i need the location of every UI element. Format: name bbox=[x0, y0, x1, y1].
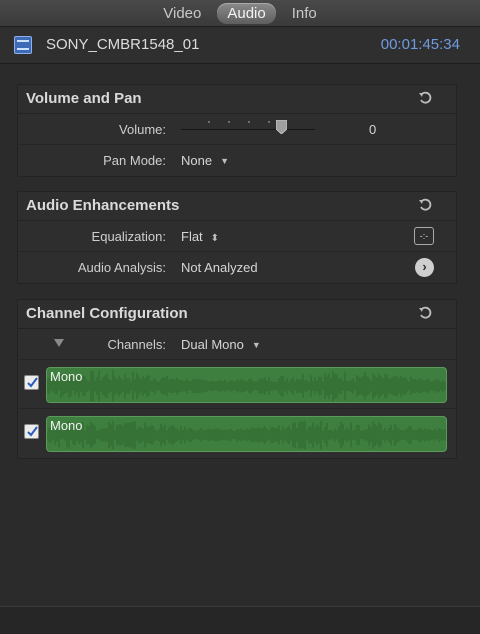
tab-audio[interactable]: Audio bbox=[217, 2, 276, 24]
section-header: Audio Enhancements bbox=[18, 192, 456, 221]
volume-row: Volume: 0 bbox=[18, 114, 456, 145]
inspector-tab-bar: Video Audio Info bbox=[0, 0, 480, 27]
reset-icon[interactable] bbox=[418, 198, 432, 212]
clip-name: SONY_CMBR1548_01 bbox=[46, 36, 200, 53]
audio-waveform[interactable]: Mono bbox=[46, 367, 447, 403]
slider-tick bbox=[248, 121, 250, 123]
tab-video[interactable]: Video bbox=[153, 3, 211, 24]
audio-analysis-row: Audio Analysis: Not Analyzed › bbox=[18, 252, 456, 283]
equalization-value: Flat bbox=[181, 229, 203, 244]
slider-knob[interactable] bbox=[276, 120, 287, 134]
channels-label: Channels: bbox=[107, 337, 166, 352]
chevron-down-icon: ▼ bbox=[251, 340, 261, 350]
audio-waveform[interactable]: Mono bbox=[46, 416, 447, 452]
section-title: Volume and Pan bbox=[26, 90, 142, 107]
channels-value: Dual Mono bbox=[181, 337, 244, 352]
channels-row: Channels: Dual Mono ▼ bbox=[18, 329, 456, 360]
section-title: Channel Configuration bbox=[26, 305, 188, 322]
chevron-right-circle-icon[interactable]: › bbox=[415, 258, 434, 277]
channel-configuration-section: Channel Configuration Channels: Dual Mon… bbox=[17, 299, 457, 459]
clip-header: SONY_CMBR1548_01 00:01:45:34 bbox=[0, 28, 480, 64]
reset-icon[interactable] bbox=[418, 91, 432, 105]
checkmark-icon bbox=[27, 426, 38, 437]
equalization-dropdown[interactable]: Flat ⬍ bbox=[181, 229, 219, 244]
checkmark-icon bbox=[27, 377, 38, 388]
channel-label: Mono bbox=[50, 418, 83, 433]
pan-mode-row: Pan Mode: None ▼ bbox=[18, 145, 456, 176]
reset-icon[interactable] bbox=[418, 306, 432, 320]
volume-pan-section: Volume and Pan Volume: 0 Pan Mode: None ▼ bbox=[17, 84, 457, 177]
channel-label: Mono bbox=[50, 369, 83, 384]
audio-analysis-value: Not Analyzed bbox=[181, 260, 258, 275]
clip-timecode: 00:01:45:34 bbox=[380, 36, 460, 53]
slider-tick bbox=[208, 121, 210, 123]
pan-mode-value: None bbox=[181, 153, 213, 168]
bottom-bar bbox=[0, 606, 480, 634]
updown-arrows-icon: ⬍ bbox=[210, 233, 220, 244]
disclosure-triangle-icon[interactable] bbox=[54, 339, 64, 347]
channel-checkbox[interactable] bbox=[24, 424, 39, 439]
volume-label: Volume: bbox=[119, 122, 166, 137]
equalizer-icon[interactable]: -:- bbox=[414, 227, 434, 245]
audio-analysis-label: Audio Analysis: bbox=[77, 260, 166, 275]
channel-checkbox[interactable] bbox=[24, 375, 39, 390]
channel-row: Mono bbox=[18, 360, 456, 409]
channels-dropdown[interactable]: Dual Mono ▼ bbox=[181, 337, 261, 352]
section-header: Channel Configuration bbox=[18, 300, 456, 329]
pan-mode-dropdown[interactable]: None ▼ bbox=[181, 153, 229, 168]
slider-tick bbox=[228, 121, 230, 123]
waveform-graphic bbox=[47, 370, 446, 402]
section-title: Audio Enhancements bbox=[26, 197, 180, 214]
tab-info[interactable]: Info bbox=[282, 3, 327, 24]
channel-row: Mono bbox=[18, 409, 456, 458]
slider-tick bbox=[268, 121, 270, 123]
slider-track bbox=[181, 129, 315, 130]
volume-value[interactable]: 0 bbox=[369, 122, 376, 137]
waveform-graphic bbox=[47, 420, 446, 450]
pan-mode-label: Pan Mode: bbox=[103, 153, 166, 168]
clip-filmstrip-icon bbox=[14, 36, 32, 54]
chevron-down-icon: ▼ bbox=[220, 156, 229, 166]
equalization-label: Equalization: bbox=[91, 229, 166, 244]
equalization-row: Equalization: Flat ⬍ -:- bbox=[18, 221, 456, 252]
audio-enhancements-section: Audio Enhancements Equalization: Flat ⬍ -… bbox=[17, 191, 457, 284]
section-header: Volume and Pan bbox=[18, 85, 456, 114]
